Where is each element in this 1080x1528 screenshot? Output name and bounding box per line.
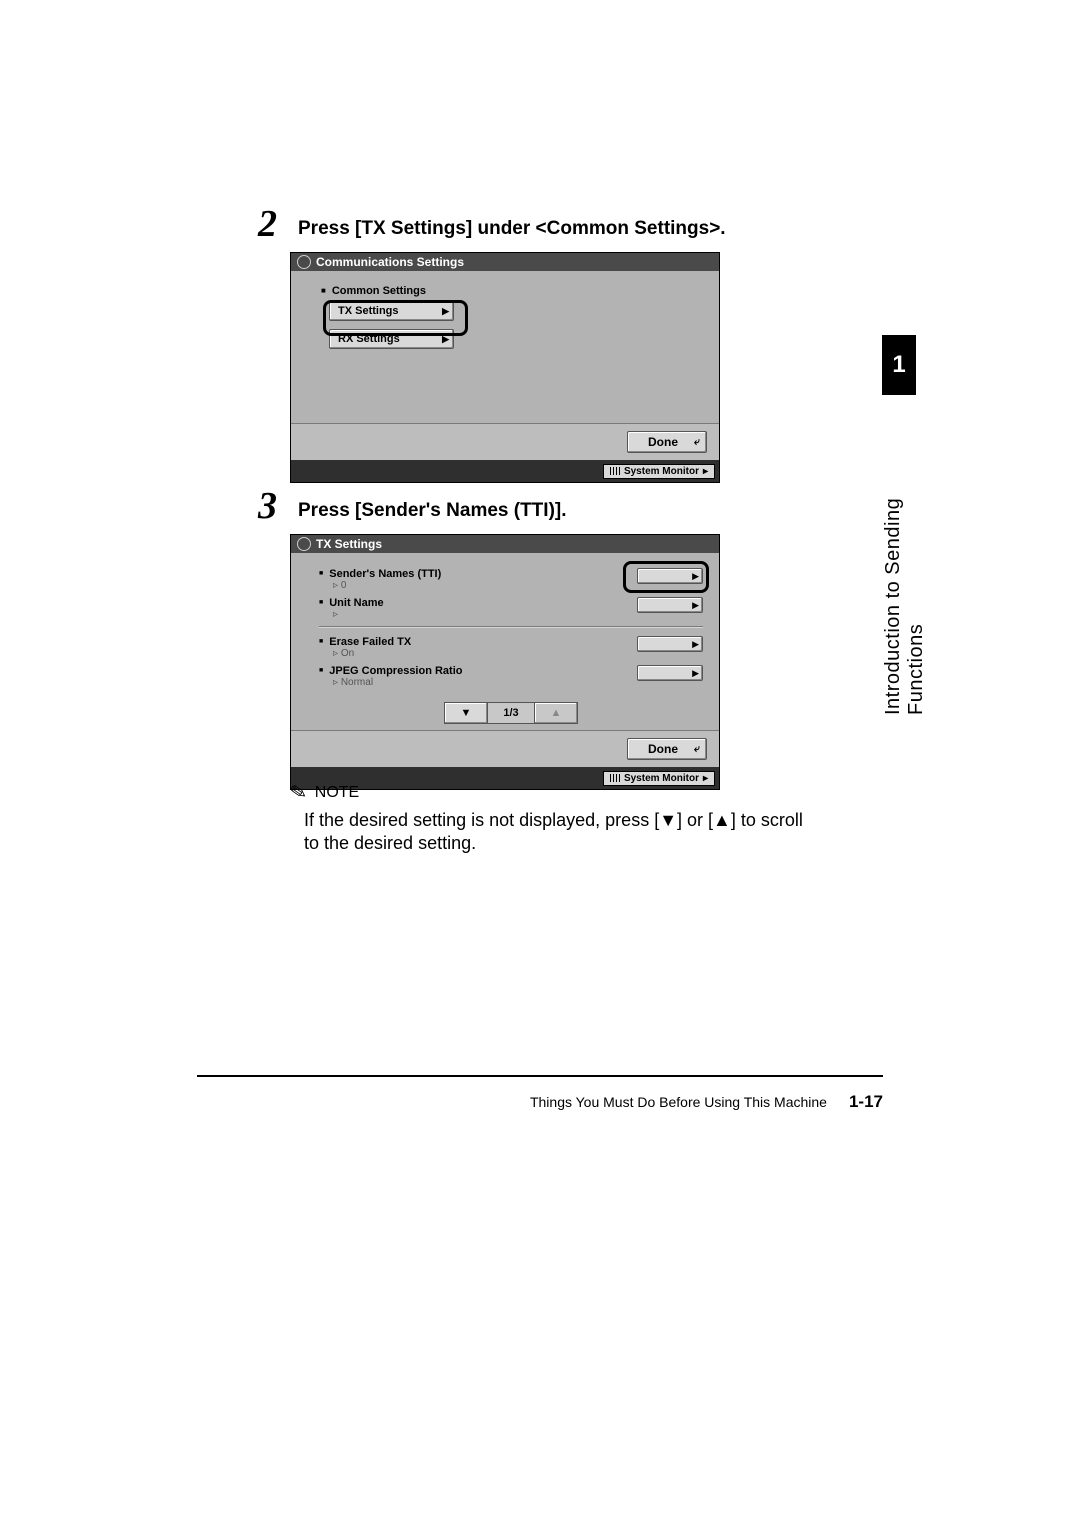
page-up-button[interactable]: ▲ (534, 702, 578, 724)
titlebar-icon (297, 537, 311, 551)
footer-section: Things You Must Do Before Using This Mac… (530, 1094, 827, 1110)
setting-value: On (341, 648, 354, 659)
step-3: 3 Press [Sender's Names (TTI)]. (298, 500, 567, 522)
screenshot-tx-settings: TX Settings Sender's Names (TTI) ▹ 0 ▶ U… (290, 534, 720, 790)
setting-value-prefix: ▹ (333, 677, 341, 688)
chapter-number-box: 1 (882, 335, 916, 395)
page-footer: Things You Must Do Before Using This Mac… (197, 1092, 883, 1112)
note-heading: ✎ NOTE (290, 780, 820, 805)
system-monitor-button[interactable]: System Monitor ▸ (603, 464, 715, 479)
footer-page-number: 1-17 (849, 1092, 883, 1112)
setting-value-prefix: ▹ (333, 648, 341, 659)
down-triangle-icon: ▼ (659, 810, 677, 830)
window-title: TX Settings (316, 537, 382, 551)
window-titlebar: Communications Settings (291, 253, 719, 271)
note-text: If the desired setting is not displayed,… (290, 809, 820, 856)
chevron-right-icon: ▶ (692, 571, 699, 582)
chevron-right-icon: ▶ (692, 600, 699, 611)
chevron-right-icon: ▶ (442, 306, 449, 317)
button-label: TX Settings (338, 305, 399, 317)
step-text: Press [TX Settings] under <Common Settin… (298, 218, 726, 240)
step-number: 3 (258, 484, 277, 528)
row-unit-name: Unit Name ▹ ▶ (319, 597, 703, 620)
pager: ▼ 1/3 ▲ (319, 702, 703, 724)
chevron-right-icon: ▸ (703, 466, 708, 477)
status-bar: System Monitor ▸ (291, 460, 719, 482)
done-button[interactable]: Done ⤶ (627, 431, 707, 453)
chapter-tab: 1 Introduction to Sending Functions (882, 335, 912, 715)
row-erase-failed: Erase Failed TX ▹ On ▶ (319, 636, 703, 659)
done-bar: Done ⤶ (291, 730, 719, 767)
note-label: NOTE (315, 784, 359, 802)
erase-failed-button[interactable]: ▶ (637, 636, 703, 652)
row-jpeg: JPEG Compression Ratio ▹ Normal ▶ (319, 665, 703, 688)
setting-value: 0 (341, 580, 347, 591)
chevron-right-icon: ▶ (692, 639, 699, 650)
step-text: Press [Sender's Names (TTI)]. (298, 500, 567, 522)
tx-settings-button[interactable]: TX Settings ▶ (329, 301, 454, 321)
up-triangle-icon: ▲ (713, 810, 731, 830)
done-button[interactable]: Done ⤶ (627, 738, 707, 760)
window-titlebar: TX Settings (291, 535, 719, 553)
titlebar-icon (297, 255, 311, 269)
setting-label: JPEG Compression Ratio (319, 665, 463, 677)
button-label: System Monitor (624, 466, 699, 477)
step-number: 2 (258, 202, 277, 246)
done-bar: Done ⤶ (291, 423, 719, 460)
step-2: 2 Press [TX Settings] under <Common Sett… (298, 218, 726, 240)
rx-settings-button[interactable]: RX Settings ▶ (329, 329, 454, 349)
bars-icon (610, 467, 620, 475)
setting-label: Unit Name (319, 597, 384, 609)
enter-icon: ⤶ (694, 436, 700, 449)
jpeg-button[interactable]: ▶ (637, 665, 703, 681)
enter-icon: ⤶ (694, 743, 700, 756)
setting-value-prefix: ▹ (333, 609, 338, 620)
note-block: ✎ NOTE If the desired setting is not dis… (290, 780, 820, 856)
note-text-part: If the desired setting is not displayed,… (304, 810, 659, 830)
window-title: Communications Settings (316, 255, 464, 269)
setting-label: Erase Failed TX (319, 636, 411, 648)
setting-value-prefix: ▹ (333, 580, 341, 591)
screenshot-communications-settings: Communications Settings Common Settings … (290, 252, 720, 483)
setting-value: Normal (341, 677, 373, 688)
setting-label: Sender's Names (TTI) (319, 568, 441, 580)
senders-names-button[interactable]: ▶ (637, 568, 703, 584)
divider (319, 626, 703, 628)
group-label-common-settings: Common Settings (321, 285, 703, 297)
button-label: RX Settings (338, 333, 400, 345)
page-indicator: 1/3 (488, 702, 534, 724)
note-text-part: ] or [ (677, 810, 713, 830)
chapter-title: Introduction to Sending Functions (882, 405, 928, 715)
button-label: Done (648, 435, 678, 449)
chevron-right-icon: ▶ (442, 334, 449, 345)
footer-rule (197, 1075, 883, 1077)
button-label: Done (648, 742, 678, 756)
chevron-right-icon: ▶ (692, 668, 699, 679)
page-down-button[interactable]: ▼ (444, 702, 488, 724)
pencil-icon: ✎ (288, 779, 309, 807)
row-senders-names: Sender's Names (TTI) ▹ 0 ▶ (319, 568, 703, 591)
unit-name-button[interactable]: ▶ (637, 597, 703, 613)
